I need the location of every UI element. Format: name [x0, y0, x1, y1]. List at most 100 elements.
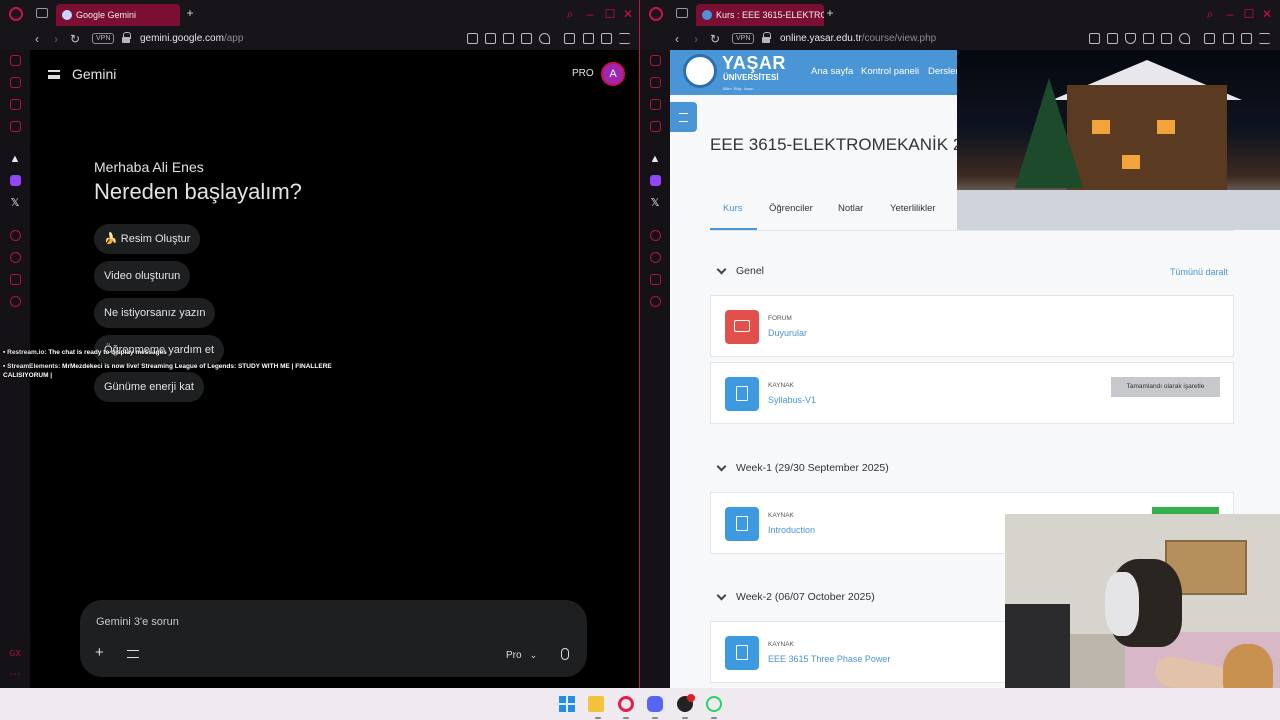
close-button[interactable]: ✕	[621, 7, 635, 21]
x-icon[interactable]: 𝕏	[649, 197, 661, 209]
chevron-down-icon[interactable]	[716, 461, 727, 472]
twitch-icon[interactable]	[650, 175, 661, 186]
collapse-all-link[interactable]: Tümünü daralt	[1170, 266, 1228, 278]
lock-icon[interactable]	[761, 32, 771, 44]
menu-icon[interactable]	[619, 33, 630, 44]
maximize-button[interactable]: ☐	[603, 7, 617, 21]
send-icon[interactable]	[1161, 33, 1172, 44]
maximize-button[interactable]: ☐	[1242, 7, 1256, 21]
extensions-icon[interactable]	[1204, 33, 1215, 44]
opera-gx-icon[interactable]	[618, 696, 634, 712]
minimize-button[interactable]: –	[583, 7, 597, 21]
back-icon[interactable]: ‹	[35, 31, 39, 47]
tab-course[interactable]: Kurs	[723, 203, 743, 215]
more-icon[interactable]: ···	[9, 668, 21, 680]
new-tab-button[interactable]: +	[824, 7, 836, 19]
section-title[interactable]: Genel	[736, 264, 764, 278]
crypto-wallet-icon[interactable]	[650, 77, 661, 88]
heart-icon[interactable]	[539, 33, 550, 44]
messenger-icon[interactable]	[10, 99, 21, 110]
twitch-icon[interactable]	[10, 175, 21, 186]
history-icon[interactable]	[10, 252, 21, 263]
prompt-input[interactable]: Gemini 3'e sorun	[96, 614, 179, 630]
crypto-wallet-icon[interactable]	[10, 77, 21, 88]
aria-icon[interactable]	[10, 55, 21, 66]
pin-icon[interactable]	[1089, 33, 1100, 44]
send-icon[interactable]	[521, 33, 532, 44]
logo-wordmark[interactable]: YAŞAR	[722, 53, 786, 73]
pin-icon[interactable]	[467, 33, 478, 44]
translate-icon[interactable]	[1143, 33, 1154, 44]
section-title[interactable]: Week-2 (06/07 October 2025)	[736, 590, 875, 604]
arc-icon[interactable]: ▲	[649, 153, 661, 165]
gx-icon[interactable]: GX	[9, 648, 21, 660]
aria-icon[interactable]	[650, 55, 661, 66]
microphone-icon[interactable]	[561, 648, 569, 660]
file-explorer-icon[interactable]	[588, 696, 604, 712]
chip-create-video[interactable]: Video oluşturun	[94, 261, 191, 291]
pinboard-icon[interactable]	[650, 274, 661, 285]
reload-icon[interactable]: ↻	[70, 31, 80, 47]
discord-icon[interactable]	[647, 696, 663, 712]
tab-competencies[interactable]: Yeterlilikler	[890, 203, 936, 215]
new-tab-button[interactable]: +	[184, 7, 196, 19]
obs-icon[interactable]	[677, 694, 695, 712]
chevron-down-icon[interactable]	[716, 590, 727, 601]
translate-icon[interactable]	[503, 33, 514, 44]
tab-grades[interactable]: Notlar	[838, 203, 863, 215]
shield-icon[interactable]	[1125, 33, 1136, 44]
avatar[interactable]: A	[601, 62, 625, 86]
player-icon[interactable]	[10, 230, 21, 241]
opera-logo-icon[interactable]	[9, 7, 23, 21]
tab-gemini[interactable]: Google Gemini	[56, 4, 180, 26]
whatsapp-icon[interactable]	[706, 696, 722, 712]
tab-island-icon[interactable]	[676, 8, 688, 18]
activity-link[interactable]: Syllabus-V1	[768, 394, 816, 406]
forward-icon[interactable]: ›	[694, 31, 698, 47]
minimize-button[interactable]: –	[1223, 7, 1237, 21]
music-icon[interactable]	[650, 121, 661, 132]
lock-icon[interactable]	[121, 32, 131, 44]
activity-link[interactable]: Duyurular	[768, 327, 807, 339]
wallet-icon[interactable]	[1223, 33, 1234, 44]
settings-icon[interactable]	[10, 296, 21, 307]
model-selector[interactable]: Pro ⌄	[506, 648, 537, 663]
nav-dashboard-link[interactable]: Kontrol paneli	[861, 66, 919, 78]
course-index-toggle-icon[interactable]	[670, 102, 697, 132]
vpn-badge[interactable]: VPN	[92, 33, 115, 44]
search-tabs-icon[interactable]: ⌕	[563, 7, 577, 21]
download-icon[interactable]	[1241, 33, 1252, 44]
tab-participants[interactable]: Öğrenciler	[769, 203, 813, 215]
pinboard-icon[interactable]	[10, 274, 21, 285]
messenger-icon[interactable]	[650, 99, 661, 110]
url-field[interactable]: gemini.google.com/app	[140, 32, 243, 46]
back-icon[interactable]: ‹	[675, 31, 679, 47]
menu-icon[interactable]	[1259, 33, 1270, 44]
add-files-icon[interactable]: +	[95, 645, 104, 661]
close-button[interactable]: ✕	[1260, 7, 1274, 21]
tools-icon[interactable]	[127, 650, 139, 658]
url-field[interactable]: online.yasar.edu.tr/course/view.php	[780, 32, 936, 46]
forward-icon[interactable]: ›	[54, 31, 58, 47]
settings-icon[interactable]	[650, 296, 661, 307]
player-icon[interactable]	[650, 230, 661, 241]
chip-create-image[interactable]: 🍌 Resim Oluştur	[94, 224, 201, 254]
search-tabs-icon[interactable]: ⌕	[1203, 7, 1217, 21]
windows-start-icon[interactable]	[559, 696, 575, 712]
file-icon[interactable]	[725, 507, 759, 541]
tab-moodle-course[interactable]: Kurs : EEE 3615-ELEKTRO	[696, 4, 824, 26]
chip-write-anything[interactable]: Ne istiyorsanız yazın	[94, 298, 216, 328]
prompt-box[interactable]: Gemini 3'e sorun + Pro ⌄	[80, 600, 587, 677]
snapshot-icon[interactable]	[1107, 33, 1118, 44]
tab-island-icon[interactable]	[36, 8, 48, 18]
heart-icon[interactable]	[1179, 33, 1190, 44]
chevron-down-icon[interactable]	[716, 264, 727, 275]
main-menu-icon[interactable]	[48, 70, 60, 79]
file-icon[interactable]	[725, 377, 759, 411]
reload-icon[interactable]: ↻	[710, 31, 720, 47]
mark-as-done-button[interactable]: Tamamlandı olarak işaretle	[1111, 377, 1220, 397]
history-icon[interactable]	[650, 252, 661, 263]
activity-link[interactable]: EEE 3615 Three Phase Power	[768, 653, 890, 665]
wallet-icon[interactable]	[583, 33, 594, 44]
nav-courses-link[interactable]: Dersler	[928, 66, 959, 78]
